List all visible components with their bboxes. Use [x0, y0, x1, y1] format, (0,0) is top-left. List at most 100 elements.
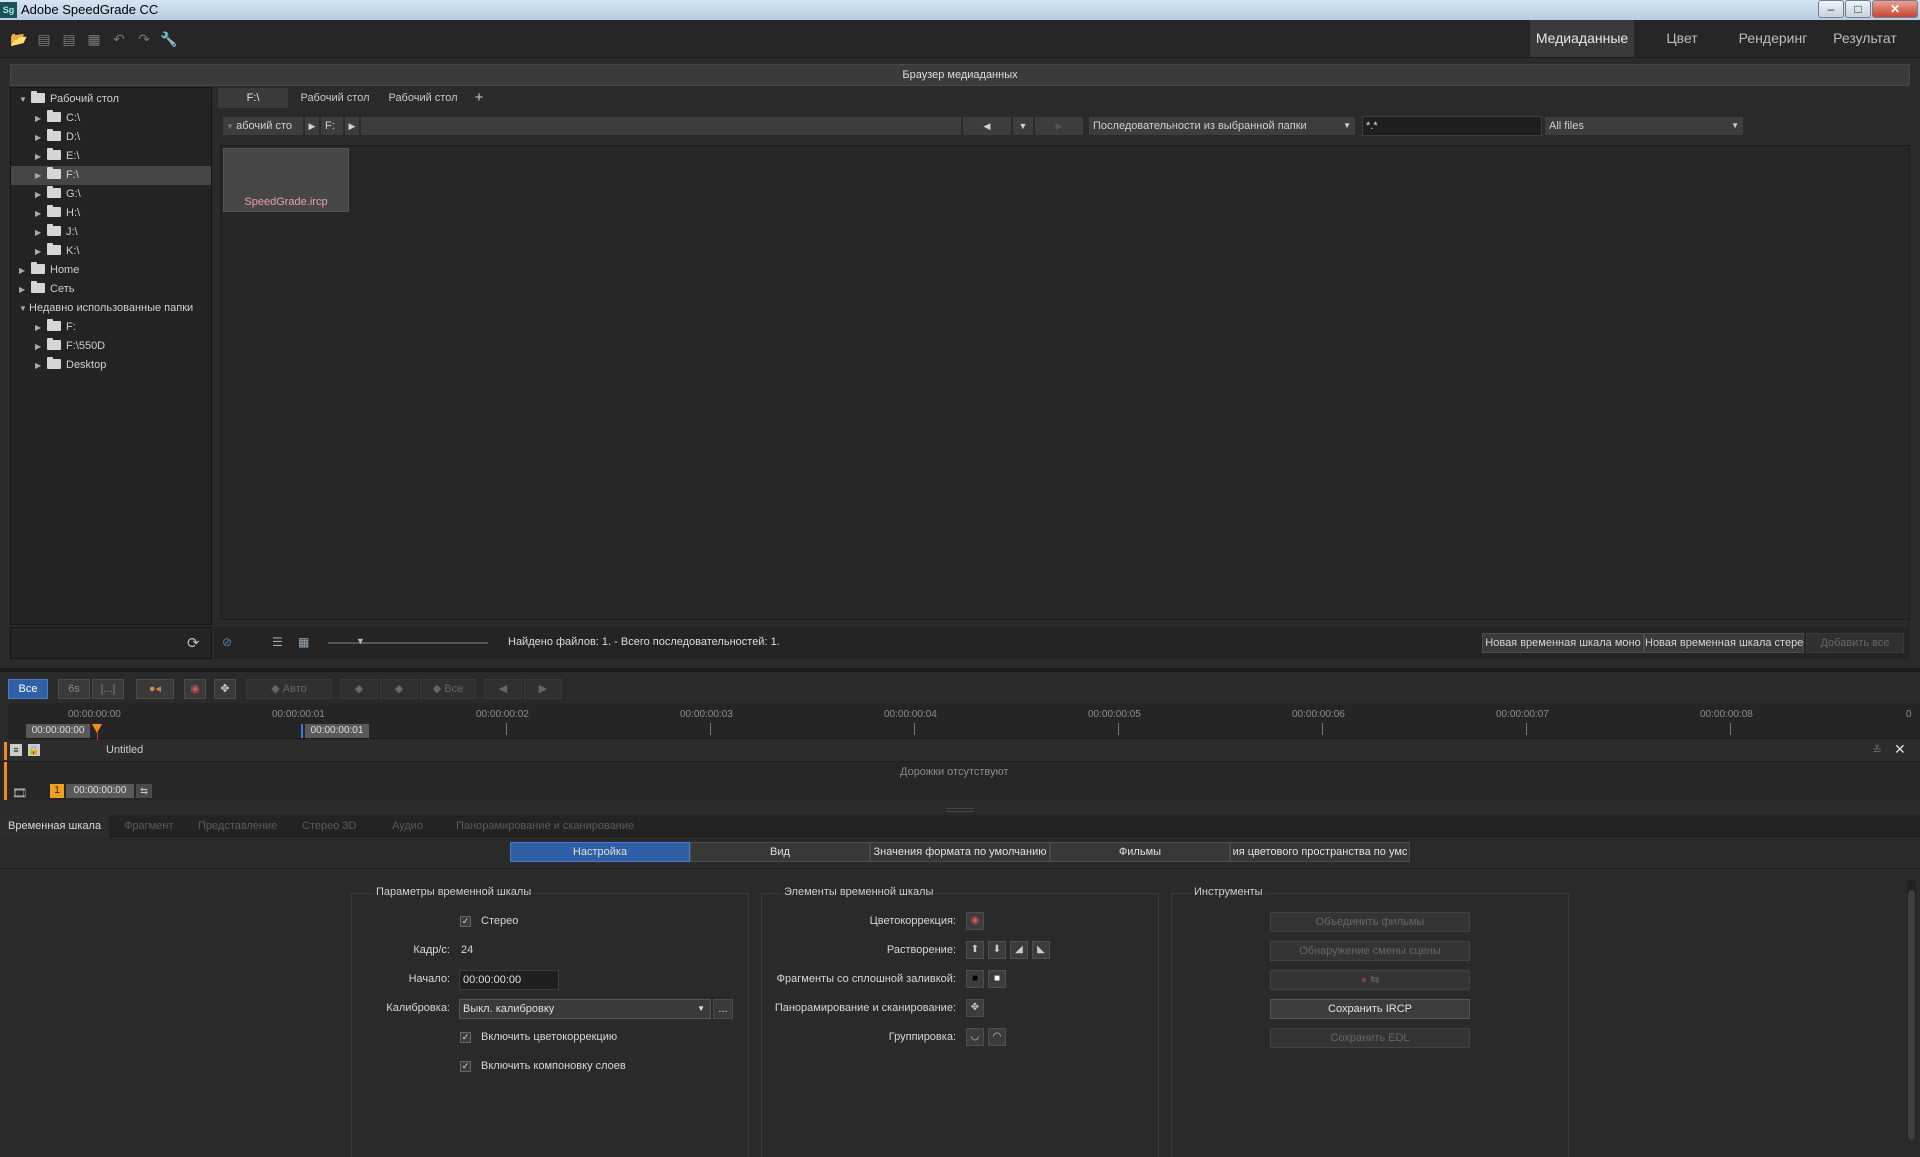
- redo-icon[interactable]: ↷: [135, 30, 153, 48]
- expand-right-icon[interactable]: ▶: [35, 242, 45, 261]
- track-options-icon[interactable]: ≚: [1872, 743, 1882, 757]
- pan-scan-icon[interactable]: ✥: [214, 679, 236, 699]
- tab-media[interactable]: Медиаданные: [1530, 20, 1634, 57]
- keyframe-next-icon[interactable]: ◆: [380, 679, 418, 699]
- pan-scan-element-icon[interactable]: ✥: [966, 999, 984, 1017]
- refresh-icon[interactable]: ⟳: [187, 634, 200, 652]
- dissolve-down-icon[interactable]: ⬇: [988, 941, 1006, 959]
- tab-color[interactable]: Цвет: [1640, 20, 1724, 57]
- snapshot-tool-button[interactable]: ● ⇆: [1270, 970, 1470, 990]
- filter-all-button[interactable]: Все: [8, 679, 48, 699]
- lock-icon[interactable]: 🔒: [28, 744, 40, 756]
- save-icon[interactable]: ▦: [85, 30, 103, 48]
- save-edl-button[interactable]: Сохранить EDL: [1270, 1028, 1470, 1048]
- tab-audio[interactable]: Аудио: [384, 815, 431, 837]
- out-point-marker[interactable]: 00:00:00:01: [305, 724, 369, 738]
- path-field[interactable]: [360, 116, 962, 136]
- tree-item[interactable]: ▶ F:\550D: [11, 337, 211, 356]
- tree-item[interactable]: ▶ G:\: [11, 185, 211, 204]
- tab-view[interactable]: Представление: [190, 815, 285, 837]
- seg-tab-colorspace-defaults[interactable]: ия цветового пространства по умс: [1230, 842, 1410, 862]
- prev-frame-icon[interactable]: ◀: [484, 679, 522, 699]
- file-type-select[interactable]: All files ▼: [1544, 116, 1744, 136]
- tab-output[interactable]: Результат: [1822, 20, 1908, 57]
- path-arrow-2[interactable]: ▶: [344, 116, 360, 136]
- white-solid-icon[interactable]: ■: [988, 970, 1006, 988]
- fps-value[interactable]: 24: [461, 944, 473, 956]
- new-mono-timeline-button[interactable]: Новая временная шкала моно: [1482, 633, 1644, 653]
- expand-right-icon[interactable]: ▶: [35, 318, 45, 337]
- wrench-icon[interactable]: 🔧: [160, 30, 178, 48]
- six-s-button[interactable]: 6s: [58, 679, 90, 699]
- start-timecode-input[interactable]: 00:00:00:00: [459, 970, 559, 990]
- open-folder-icon[interactable]: 📂: [10, 30, 28, 48]
- settings-scroll-thumb[interactable]: [1908, 890, 1915, 1140]
- tree-item[interactable]: ▶ J:\: [11, 223, 211, 242]
- folder-tab-f[interactable]: F:\: [218, 88, 288, 108]
- path-segment-desktop[interactable]: ▼ абочий сто: [222, 116, 304, 136]
- resize-grip[interactable]: [946, 808, 974, 812]
- close-button[interactable]: ✕: [1872, 0, 1918, 18]
- expand-right-icon[interactable]: ▶: [19, 261, 29, 280]
- expand-right-icon[interactable]: ▶: [35, 166, 45, 185]
- undo-icon[interactable]: ↶: [110, 30, 128, 48]
- tab-render[interactable]: Рендеринг: [1728, 20, 1818, 57]
- nav-history-button[interactable]: ▼: [1012, 116, 1034, 136]
- tree-item[interactable]: ▼ Недавно использованные папки: [11, 299, 211, 318]
- stereo-checkbox[interactable]: ✓: [460, 916, 471, 927]
- dissolve-ramp-down-icon[interactable]: ◣: [1032, 941, 1050, 959]
- close-timeline-icon[interactable]: ✕: [1894, 741, 1906, 758]
- tab-stereo-3d[interactable]: Стерео 3D: [294, 815, 364, 837]
- thumbnail-size-slider[interactable]: [328, 642, 488, 644]
- next-frame-icon[interactable]: ▶: [524, 679, 562, 699]
- color-snapshot-icon[interactable]: ●◂: [136, 679, 174, 699]
- path-segment-f[interactable]: F:: [320, 116, 344, 136]
- expand-right-icon[interactable]: ▶: [35, 109, 45, 128]
- slider-handle[interactable]: ▼: [356, 636, 365, 646]
- group-open-icon[interactable]: ◡: [966, 1028, 984, 1046]
- folder-tab-desktop-2[interactable]: Рабочий стол: [380, 88, 466, 108]
- grid-view-icon[interactable]: ▦: [298, 635, 309, 649]
- expand-down-icon[interactable]: ▼: [19, 90, 29, 109]
- new-stereo-timeline-button[interactable]: Новая временная шкала стерео: [1644, 633, 1804, 653]
- black-solid-icon[interactable]: ■: [966, 970, 984, 988]
- expand-right-icon[interactable]: ▶: [35, 204, 45, 223]
- export-icon[interactable]: ▤: [60, 30, 78, 48]
- nav-forward-button[interactable]: ▶: [1034, 116, 1084, 136]
- save-ircp-button[interactable]: Сохранить IRCP: [1270, 999, 1470, 1019]
- add-tab-button[interactable]: +: [468, 88, 490, 108]
- tree-item[interactable]: ▶ F:\: [11, 166, 211, 185]
- maximize-button[interactable]: □: [1845, 0, 1871, 18]
- file-thumbnail[interactable]: SpeedGrade.ircp: [223, 148, 349, 212]
- seg-tab-view[interactable]: Вид: [690, 842, 870, 862]
- tree-item[interactable]: ▶ Desktop: [11, 356, 211, 375]
- expand-right-icon[interactable]: ▶: [19, 280, 29, 299]
- expand-right-icon[interactable]: ▶: [35, 128, 45, 147]
- import-icon[interactable]: ▤: [35, 30, 53, 48]
- dissolve-ramp-up-icon[interactable]: ◢: [1010, 941, 1028, 959]
- color-layer-icon[interactable]: ◉: [184, 679, 206, 699]
- tree-item[interactable]: ▼ Рабочий стол: [11, 90, 211, 109]
- path-arrow-1[interactable]: ▶: [304, 116, 320, 136]
- tree-item[interactable]: ▶ C:\: [11, 109, 211, 128]
- enable-layers-checkbox[interactable]: ✓: [460, 1061, 471, 1072]
- keyframe-all-button[interactable]: ◆ Все: [420, 679, 476, 699]
- color-correction-icon[interactable]: ◉: [966, 912, 984, 930]
- seg-tab-format-defaults[interactable]: Значения формата по умолчанию: [870, 842, 1050, 862]
- add-all-button[interactable]: Добавить все: [1806, 633, 1904, 653]
- expand-right-icon[interactable]: ▶: [35, 337, 45, 356]
- expand-right-icon[interactable]: ▶: [35, 185, 45, 204]
- expand-down-icon[interactable]: ▼: [19, 299, 29, 318]
- clip-link-icon[interactable]: ⇆: [136, 784, 152, 798]
- expand-right-icon[interactable]: ▶: [35, 147, 45, 166]
- seg-tab-films[interactable]: Фильмы: [1050, 842, 1230, 862]
- minimize-button[interactable]: –: [1818, 0, 1844, 18]
- tab-pan-scan[interactable]: Панорамирование и сканирование: [448, 815, 642, 837]
- tree-item[interactable]: ▶ H:\: [11, 204, 211, 223]
- thumbnail-toggle-icon[interactable]: ⊘: [222, 635, 236, 649]
- nav-back-button[interactable]: ◀: [962, 116, 1012, 136]
- enable-cc-checkbox[interactable]: ✓: [460, 1032, 471, 1043]
- panel-divider[interactable]: [0, 668, 1920, 672]
- tab-fragment[interactable]: Фрагмент: [116, 815, 181, 837]
- in-point-marker[interactable]: 00:00:00:00: [26, 724, 90, 738]
